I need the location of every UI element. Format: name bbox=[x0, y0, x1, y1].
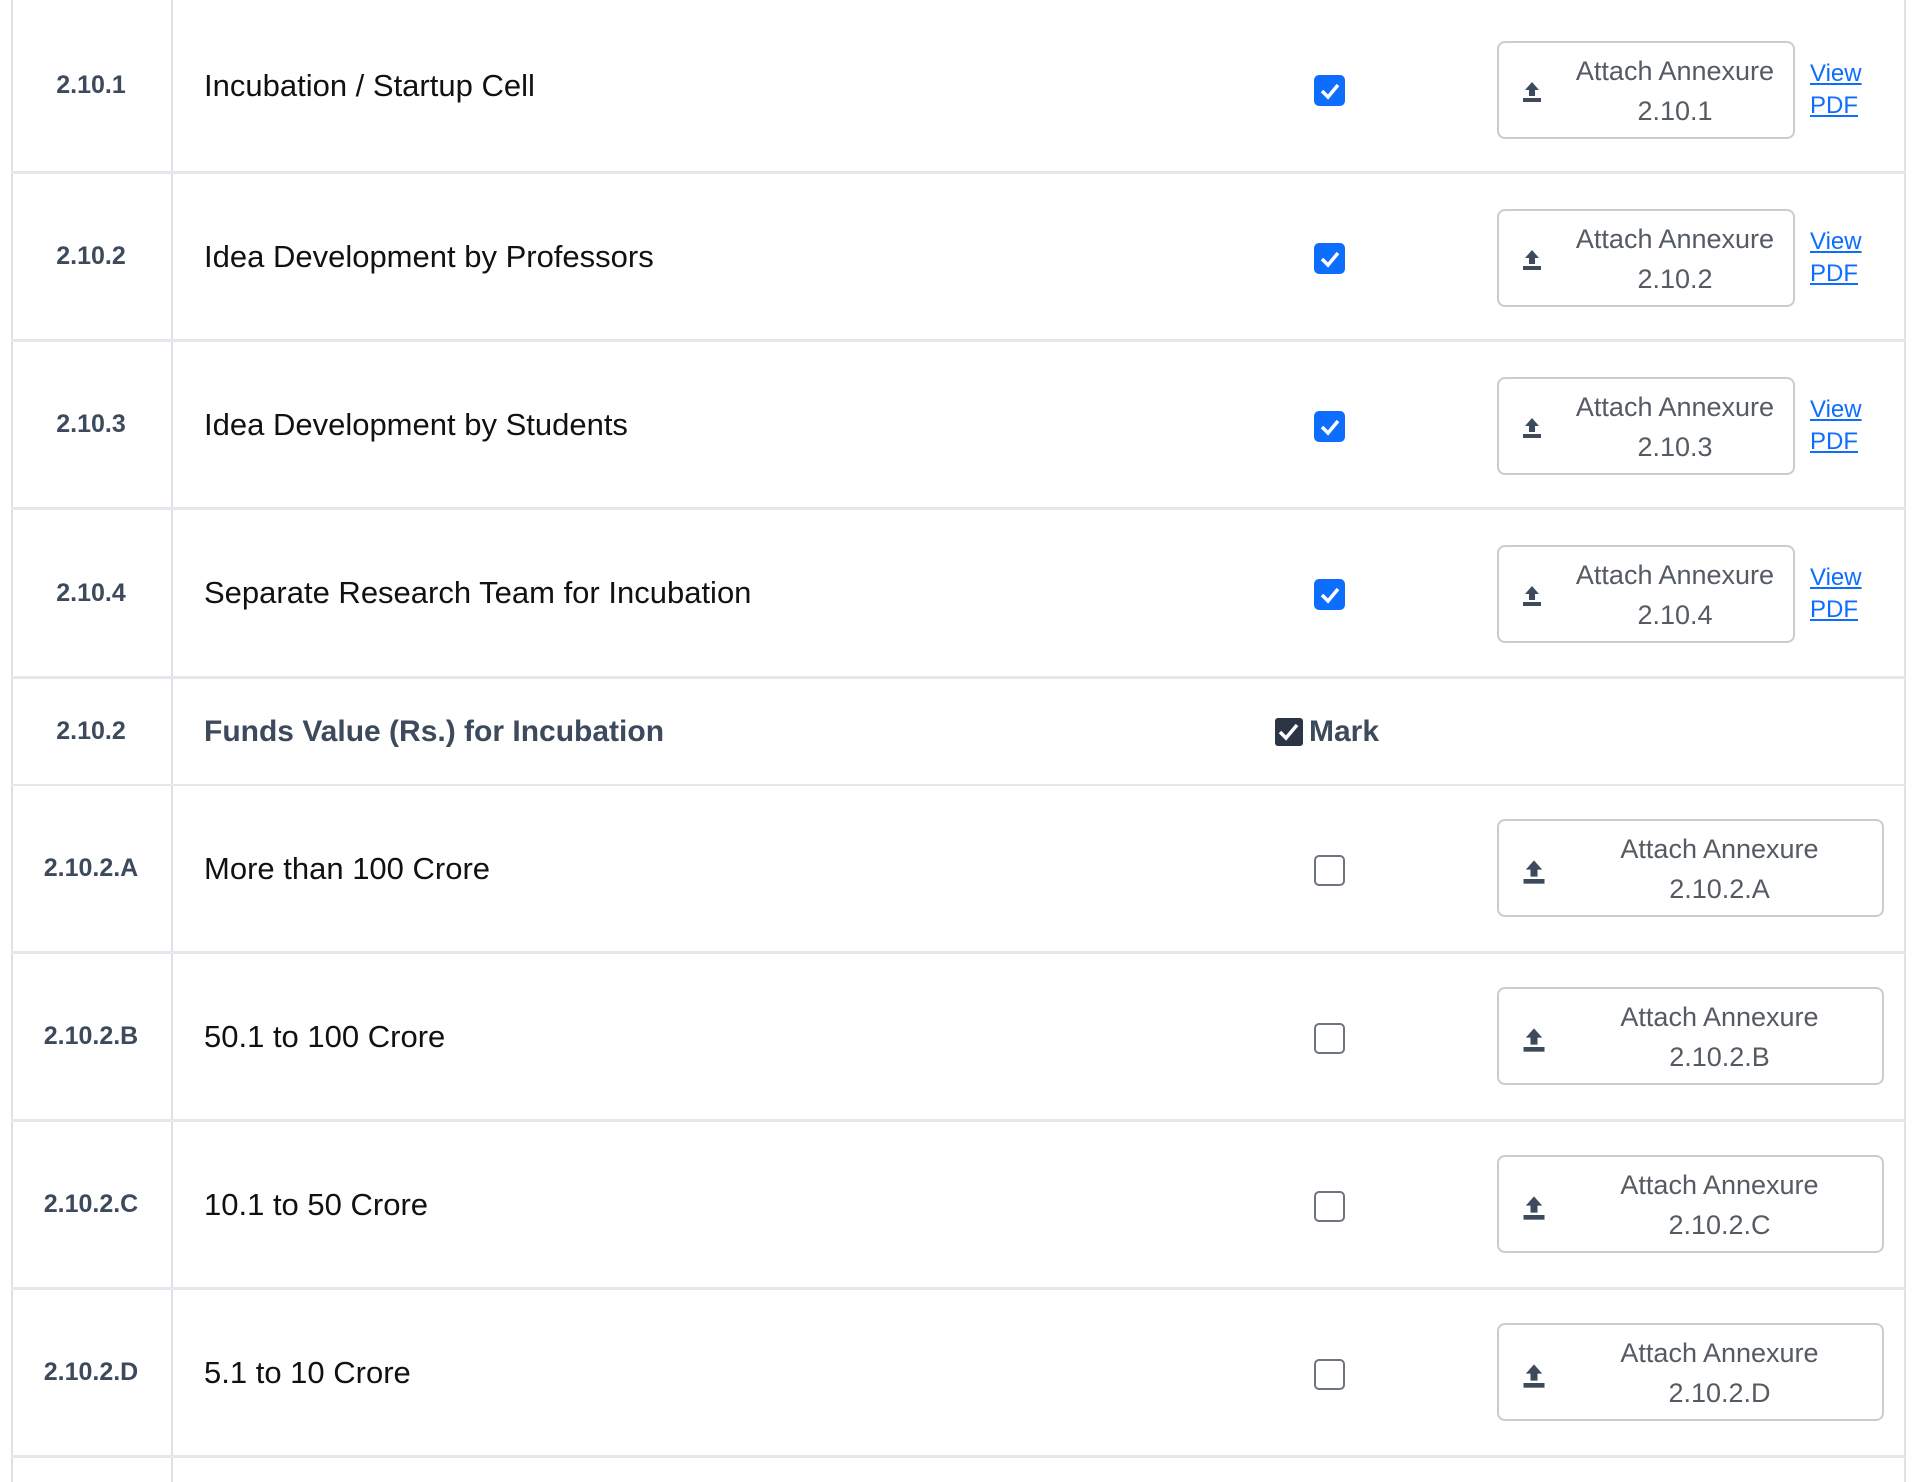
attach-code: 2.10.2.D bbox=[1668, 1378, 1771, 1408]
row-label: More than 100 Crore bbox=[204, 850, 491, 886]
attach-annexure-button[interactable]: Attach Annexure 2.10.2.D bbox=[1497, 1323, 1884, 1421]
row-label: 10.1 to 50 Crore bbox=[204, 1186, 429, 1222]
row-number: 2.10.1 bbox=[11, 0, 173, 171]
attach-code: 2.10.3 bbox=[1637, 432, 1713, 462]
view-text[interactable]: View bbox=[1810, 562, 1870, 594]
checkmark-icon bbox=[1320, 419, 1340, 436]
attach-code: 2.10.2 bbox=[1637, 264, 1713, 294]
mark-checkbox[interactable]: Mark bbox=[1275, 679, 1379, 784]
checkbox-2-10-4[interactable] bbox=[1314, 579, 1345, 610]
section-number: 2.10.2 bbox=[11, 679, 173, 784]
table-row: 2.10.1 Incubation / Startup Cell Attach … bbox=[11, 0, 1906, 174]
attach-label: Attach Annexure bbox=[1620, 834, 1819, 864]
attach-annexure-button[interactable]: Attach Annexure 2.10.1 bbox=[1497, 41, 1795, 139]
attach-annexure-button[interactable]: Attach Annexure 2.10.2.B bbox=[1497, 987, 1884, 1085]
row-number-partial bbox=[11, 1458, 173, 1482]
attach-annexure-button[interactable]: Attach Annexure 2.10.2.C bbox=[1497, 1155, 1884, 1253]
table-row: 2.10.2 Idea Development by Professors At… bbox=[11, 174, 1906, 342]
section-heading-row: 2.10.2 Funds Value (Rs.) for Incubation … bbox=[11, 679, 1906, 786]
checkmark-icon bbox=[1320, 251, 1340, 268]
checkbox-2-10-2-c[interactable] bbox=[1314, 1191, 1345, 1222]
pdf-text[interactable]: PDF bbox=[1810, 90, 1870, 122]
attach-label: Attach Annexure bbox=[1575, 56, 1775, 86]
upload-icon bbox=[1523, 1196, 1545, 1220]
view-pdf-link[interactable]: View PDF bbox=[1810, 58, 1870, 122]
attach-code: 2.10.1 bbox=[1637, 96, 1713, 126]
view-pdf-link[interactable]: View PDF bbox=[1810, 226, 1870, 290]
checkbox-2-10-2-d[interactable] bbox=[1314, 1359, 1345, 1390]
view-text[interactable]: View bbox=[1810, 58, 1870, 90]
pdf-text[interactable]: PDF bbox=[1810, 594, 1870, 626]
view-pdf-link[interactable]: View PDF bbox=[1810, 562, 1870, 626]
mark-checkbox-box[interactable] bbox=[1275, 717, 1303, 746]
row-label: Idea Development by Students bbox=[204, 406, 628, 442]
row-label: Incubation / Startup Cell bbox=[204, 67, 535, 103]
upload-icon bbox=[1523, 418, 1541, 438]
table-row-partial bbox=[11, 1458, 1906, 1482]
checkbox-2-10-1[interactable] bbox=[1314, 75, 1345, 106]
table-row: 2.10.3 Idea Development by Students Atta… bbox=[11, 342, 1906, 510]
row-number: 2.10.2.D bbox=[11, 1290, 173, 1455]
pdf-text[interactable]: PDF bbox=[1810, 258, 1870, 290]
row-number: 2.10.2.C bbox=[11, 1122, 173, 1287]
attach-label: Attach Annexure bbox=[1575, 560, 1775, 590]
table-row: 2.10.4 Separate Research Team for Incuba… bbox=[11, 510, 1906, 679]
row-number: 2.10.4 bbox=[11, 510, 173, 676]
view-text[interactable]: View bbox=[1810, 394, 1870, 426]
attach-annexure-button[interactable]: Attach Annexure 2.10.4 bbox=[1497, 545, 1795, 643]
row-label: 5.1 to 10 Crore bbox=[204, 1354, 411, 1390]
upload-icon bbox=[1523, 586, 1541, 606]
row-label: 50.1 to 100 Crore bbox=[204, 1018, 446, 1054]
row-label: Idea Development by Professors bbox=[204, 238, 654, 274]
row-number: 2.10.3 bbox=[11, 342, 173, 507]
table-row: 2.10.2.D 5.1 to 10 Crore Attach Annexure… bbox=[11, 1290, 1906, 1458]
upload-icon bbox=[1523, 860, 1545, 884]
attach-annexure-button[interactable]: Attach Annexure 2.10.2.A bbox=[1497, 819, 1884, 917]
attach-annexure-button[interactable]: Attach Annexure 2.10.2 bbox=[1497, 209, 1795, 307]
attach-label: Attach Annexure bbox=[1620, 1170, 1819, 1200]
section-title: Funds Value (Rs.) for Incubation bbox=[204, 714, 665, 748]
attach-annexure-button[interactable]: Attach Annexure 2.10.3 bbox=[1497, 377, 1795, 475]
mark-label: Mark bbox=[1309, 714, 1380, 748]
table-row: 2.10.2.B 50.1 to 100 Crore Attach Annexu… bbox=[11, 954, 1906, 1122]
view-pdf-link[interactable]: View PDF bbox=[1810, 394, 1870, 458]
table-row: 2.10.2.A More than 100 Crore Attach Anne… bbox=[11, 786, 1906, 954]
table-row: 2.10.2.C 10.1 to 50 Crore Attach Annexur… bbox=[11, 1122, 1906, 1290]
attach-label: Attach Annexure bbox=[1575, 392, 1775, 422]
checkmark-icon bbox=[1278, 723, 1299, 741]
row-number: 2.10.2.B bbox=[11, 954, 173, 1119]
row-label: Separate Research Team for Incubation bbox=[204, 575, 752, 610]
attach-label: Attach Annexure bbox=[1620, 1338, 1819, 1368]
upload-icon bbox=[1523, 250, 1541, 270]
attach-code: 2.10.4 bbox=[1637, 600, 1713, 630]
attach-code: 2.10.2.A bbox=[1669, 874, 1770, 904]
pdf-text[interactable]: PDF bbox=[1810, 426, 1870, 458]
upload-icon bbox=[1523, 1364, 1545, 1388]
attach-code: 2.10.2.B bbox=[1669, 1042, 1770, 1072]
row-number: 2.10.2 bbox=[11, 174, 173, 339]
row-number: 2.10.2.A bbox=[11, 786, 173, 951]
checkbox-2-10-3[interactable] bbox=[1314, 411, 1345, 442]
checkmark-icon bbox=[1320, 587, 1340, 604]
checkbox-2-10-2[interactable] bbox=[1314, 243, 1345, 274]
upload-icon bbox=[1523, 82, 1541, 102]
attach-label: Attach Annexure bbox=[1620, 1002, 1819, 1032]
checkbox-2-10-2-b[interactable] bbox=[1314, 1023, 1345, 1054]
checkmark-icon bbox=[1320, 83, 1340, 100]
checkbox-2-10-2-a[interactable] bbox=[1314, 855, 1345, 886]
attach-code: 2.10.2.C bbox=[1668, 1210, 1771, 1240]
view-text[interactable]: View bbox=[1810, 226, 1870, 258]
upload-icon bbox=[1523, 1028, 1545, 1052]
attach-label: Attach Annexure bbox=[1575, 224, 1775, 254]
